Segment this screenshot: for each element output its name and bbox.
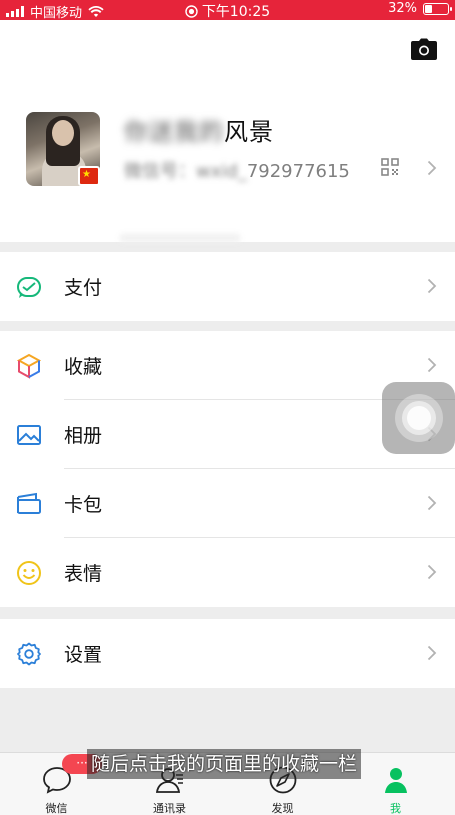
menu-label: 相册 bbox=[64, 425, 103, 447]
card-wallet-icon bbox=[17, 492, 41, 514]
tab-label: 我 bbox=[390, 802, 401, 815]
nickname-visible: 风景 bbox=[224, 118, 274, 146]
wechat-id-obscured: wxid_ bbox=[196, 161, 247, 182]
chevron-right-icon bbox=[427, 278, 437, 294]
tab-label: 发现 bbox=[271, 802, 294, 815]
album-picture-icon bbox=[17, 425, 41, 445]
main-menu-section: 收藏 相册 卡包 表情 bbox=[0, 331, 455, 607]
profile-header[interactable]: ★ 你送我的风景 微信号：wxid_792977615 bbox=[0, 20, 455, 242]
chevron-right-icon bbox=[427, 357, 437, 373]
status-bar: 中国移动 下午10:25 32% bbox=[0, 0, 455, 21]
tab-label: 通讯录 bbox=[153, 802, 186, 815]
wechat-id: 微信号：wxid_792977615 bbox=[124, 157, 350, 183]
status-placeholder bbox=[120, 234, 240, 242]
pay-icon bbox=[17, 277, 41, 298]
gear-icon bbox=[17, 642, 41, 666]
menu-label: 设置 bbox=[64, 644, 103, 666]
qr-code-icon[interactable] bbox=[381, 158, 399, 176]
menu-label: 表情 bbox=[64, 563, 103, 585]
pay-section: 支付 bbox=[0, 252, 455, 321]
flag-icon: ★ bbox=[78, 166, 100, 186]
wechat-id-visible: 792977615 bbox=[246, 161, 350, 182]
chevron-right-icon bbox=[427, 160, 437, 176]
menu-label: 支付 bbox=[64, 277, 103, 299]
camera-icon[interactable] bbox=[411, 38, 437, 60]
status-time: 下午10:25 bbox=[201, 4, 271, 20]
chevron-right-icon bbox=[427, 645, 437, 661]
wechat-id-label: 微信号： bbox=[124, 161, 196, 182]
chevron-right-icon bbox=[427, 495, 437, 511]
menu-label: 收藏 bbox=[64, 356, 103, 378]
menu-label: 卡包 bbox=[64, 494, 103, 516]
menu-item-settings[interactable]: 设置 bbox=[0, 619, 455, 688]
menu-item-stickers[interactable]: 表情 bbox=[0, 538, 455, 607]
assistive-touch-button[interactable] bbox=[382, 382, 455, 454]
tab-label: 微信 bbox=[45, 802, 68, 815]
battery-icon bbox=[423, 2, 452, 15]
smiley-icon bbox=[17, 561, 41, 585]
chevron-right-icon bbox=[427, 564, 437, 580]
subtitle-caption: 随后点击我的页面里的收藏一栏 bbox=[87, 749, 362, 779]
recording-icon bbox=[185, 4, 198, 18]
menu-item-cards[interactable]: 卡包 bbox=[0, 469, 455, 538]
nickname-obscured: 你送我的 bbox=[124, 118, 224, 146]
menu-item-pay[interactable]: 支付 bbox=[0, 252, 455, 321]
battery-percent: 32% bbox=[388, 1, 417, 16]
profile-nickname: 你送我的风景 bbox=[124, 112, 274, 147]
person-icon bbox=[384, 768, 407, 793]
favorites-cube-icon bbox=[16, 353, 42, 379]
settings-section: 设置 bbox=[0, 619, 455, 688]
